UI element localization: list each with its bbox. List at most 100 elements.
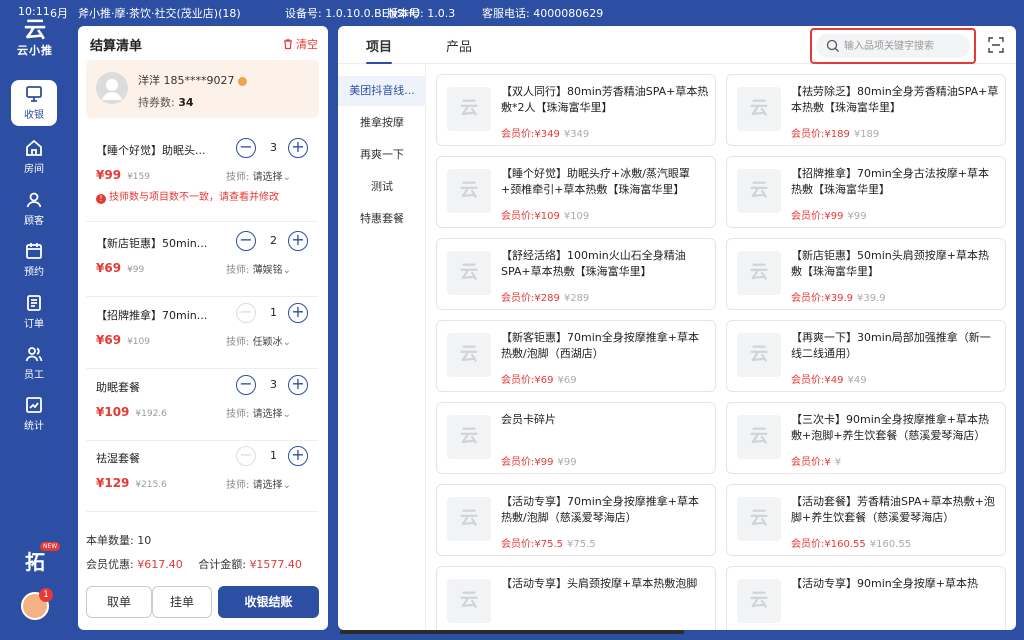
technician-select[interactable]: 技师: 请选择⌄ [226, 405, 291, 420]
cart-item-name: 助眠套餐 [96, 381, 140, 394]
default-avatar-icon [102, 79, 122, 100]
notification-badge: 1 [39, 588, 53, 602]
total-label: 合计金额: [198, 558, 246, 571]
search-input[interactable] [844, 36, 964, 56]
decrease-qty-button[interactable]: − [236, 303, 256, 323]
product-name: 会员卡碎片 [501, 413, 556, 426]
cart-item-price: ¥129 ¥215.6 [96, 476, 167, 490]
scan-icon[interactable] [988, 37, 1004, 53]
item-count: 本单数量: 10 [86, 534, 152, 547]
increase-qty-button[interactable]: + [288, 138, 308, 158]
member-card[interactable]: 洋洋 185****9027 持券数: 34 [86, 60, 319, 118]
nav-item-customer[interactable]: 顾客 [11, 186, 57, 232]
cart-item: 祛湿套餐 − 1 + ¥129 ¥215.6 技师: 请选择⌄ [86, 446, 318, 512]
user-icon [26, 192, 42, 208]
member-name: 洋洋 185****9027 [138, 72, 247, 88]
product-price: 会员价:¥69 ¥69 [501, 375, 577, 386]
product-card[interactable]: 云【活动专享】头肩颈按摩+草本热敷泡脚 [436, 566, 716, 630]
product-card[interactable]: 云【再爽一下】30min局部加强推拿（新一线二线通用） 会员价:¥49 ¥49 [726, 320, 1006, 392]
nav-item-cashier[interactable]: 收银 [11, 80, 57, 126]
product-card[interactable]: 云【祛劳除乏】80min全身芳香精油SPA+草本热敷【珠海富华里】 会员价:¥18… [726, 74, 1006, 146]
nav-label: 顾客 [24, 216, 44, 227]
cart-item: 【新店钜惠】50min... − 2 + ¥69 ¥99 技师: 薄娱铭⌄ [86, 231, 318, 297]
staff-icon [25, 347, 43, 362]
home-indicator [340, 630, 684, 634]
checkout-button[interactable]: 收银结账 [218, 586, 319, 618]
total-amount: ¥1577.40 [249, 558, 302, 571]
search-highlight [810, 28, 976, 64]
product-placeholder-icon: 云 [447, 333, 491, 377]
cart-item-price: ¥69 ¥109 [96, 333, 150, 347]
nav-item-staff[interactable]: 员工 [11, 340, 57, 386]
cart-item-price: ¥69 ¥99 [96, 261, 145, 275]
product-price: 会员价:¥49 ¥49 [791, 375, 867, 386]
category-item[interactable]: 再爽一下 [338, 140, 426, 170]
decrease-qty-button[interactable]: − [236, 138, 256, 158]
increase-qty-button[interactable]: + [288, 303, 308, 323]
warning-icon: ! [96, 194, 106, 204]
version-number: 版本号: 1.0.3 [387, 7, 456, 20]
cart-title: 结算清单 [90, 39, 143, 54]
product-card[interactable]: 云【招牌推拿】70min全身古法按摩+草本热敷【珠海富华里】 会员价:¥99 ¥99 [726, 156, 1006, 228]
discount-amount: ¥617.40 [137, 558, 183, 571]
technician-select[interactable]: 技师: 薄娱铭⌄ [226, 261, 291, 276]
promo-glyph: 拓 [25, 550, 45, 574]
product-placeholder-icon: 云 [737, 579, 781, 623]
product-card[interactable]: 云【三次卡】90min全身按摩推拿+草本热敷+泡脚+养生饮套餐（慈溪爱琴海店） 会… [726, 402, 1006, 474]
increase-qty-button[interactable]: + [288, 231, 308, 251]
promo-tool-button[interactable]: 拓 NEW [18, 542, 61, 576]
technician-select[interactable]: 技师: 请选择⌄ [226, 168, 291, 183]
product-placeholder-icon: 云 [447, 251, 491, 295]
tab-bar: 项目 产品 [338, 26, 1016, 64]
product-card[interactable]: 云【舒经活络】100min火山石全身精油SPA+草本热敷【珠海富华里】 会员价:¥… [436, 238, 716, 310]
product-placeholder-icon: 云 [447, 579, 491, 623]
increase-qty-button[interactable]: + [288, 375, 308, 395]
product-card[interactable]: 云【活动套餐】芳香精油SPA+草本热敷+泡脚+养生饮套餐（慈溪爱琴海店） 会员价:… [726, 484, 1006, 556]
category-item[interactable]: 美团抖音线... [338, 76, 426, 106]
store-name: 斧小推·摩·茶饮·社交(茂业店)(18) [78, 7, 241, 20]
nav-item-appointment[interactable]: 预约 [11, 237, 57, 283]
cart-item-qty: 1 [270, 449, 277, 462]
clear-cart-button[interactable]: 清空 [282, 36, 318, 52]
search-icon [826, 39, 839, 52]
decrease-qty-button[interactable]: − [236, 446, 256, 466]
increase-qty-button[interactable]: + [288, 446, 308, 466]
product-card[interactable]: 云【活动专享】70min全身按摩推拿+草本热敷/泡脚（慈溪爱琴海店） 会员价:¥7… [436, 484, 716, 556]
nav-item-stats[interactable]: 统计 [11, 391, 57, 437]
hold-order-button[interactable]: 挂单 [152, 586, 212, 618]
nav-item-orders[interactable]: 订单 [11, 289, 57, 335]
cart-item: 助眠套餐 − 3 + ¥109 ¥192.6 技师: 请选择⌄ [86, 375, 318, 441]
category-item[interactable]: 测试 [338, 172, 426, 202]
nav-item-room[interactable]: 房间 [11, 134, 57, 180]
left-nav: 云 云小推 收银 房间 顾客 预约 订单 员工 统计 拓 NEW 1 [0, 0, 68, 640]
category-item[interactable]: 推拿按摩 [338, 108, 426, 138]
decrease-qty-button[interactable]: − [236, 231, 256, 251]
decrease-qty-button[interactable]: − [236, 375, 256, 395]
product-price: 会员价:¥ ¥ [791, 457, 842, 468]
product-grid: 云【双人同行】80min芳香精油SPA+草本热敷*2人【珠海富华里】 会员价:¥3… [436, 74, 1006, 630]
product-placeholder-icon: 云 [737, 169, 781, 213]
product-card[interactable]: 云【双人同行】80min芳香精油SPA+草本热敷*2人【珠海富华里】 会员价:¥3… [436, 74, 716, 146]
product-placeholder-icon: 云 [447, 415, 491, 459]
cart-item-name: 【睡个好觉】助眠头... [96, 144, 206, 157]
product-card[interactable]: 云【活动专享】90min全身按摩+草本热 [726, 566, 1006, 630]
category-item[interactable]: 特惠套餐 [338, 204, 426, 234]
product-card[interactable]: 云【睡个好觉】助眠头疗+冰敷/蒸汽眼罩+颈椎牵引+草本热敷【珠海富华里】 会员价:… [436, 156, 716, 228]
take-order-button[interactable]: 取单 [86, 586, 152, 618]
product-price: 会员价:¥99 ¥99 [791, 211, 867, 222]
user-avatar[interactable]: 1 [21, 588, 53, 620]
product-card[interactable]: 云【新客钜惠】70min全身按摩推拿+草本热敷/泡脚（西湖店） 会员价:¥69 ¥6… [436, 320, 716, 392]
tab-products[interactable]: 产品 [446, 36, 472, 55]
product-card[interactable]: 云会员卡碎片 会员价:¥99 ¥99 [436, 402, 716, 474]
tab-services[interactable]: 项目 [366, 36, 393, 64]
member-coupons: 持券数: 34 [138, 96, 194, 109]
product-card[interactable]: 云【新店钜惠】50min头肩颈按摩+草本热敷【珠海富华里】 会员价:¥39.9 ¥3… [726, 238, 1006, 310]
technician-select[interactable]: 技师: 请选择⌄ [226, 476, 291, 491]
product-name: 【活动专享】90min全身按摩+草本热 [791, 577, 978, 590]
product-name: 【活动专享】头肩颈按摩+草本热敷泡脚 [501, 577, 698, 590]
cart-item-qty: 3 [270, 141, 277, 154]
cashier-icon [26, 86, 42, 102]
technician-select[interactable]: 技师: 任颖冰⌄ [226, 333, 291, 348]
product-price: 会员价:¥349 ¥349 [501, 129, 590, 140]
discount-label: 会员优惠: [86, 558, 134, 571]
